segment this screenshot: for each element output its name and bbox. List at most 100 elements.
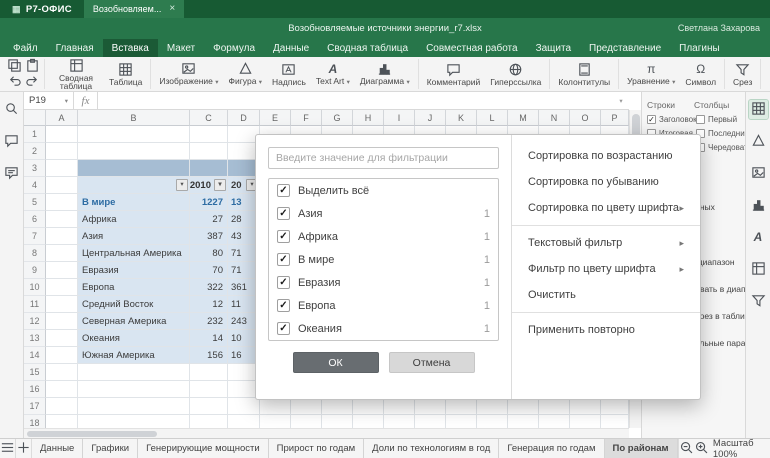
row-header-5[interactable]: 5 (24, 194, 46, 211)
column-header-E[interactable]: E (260, 110, 291, 126)
filter-menu-item-8[interactable]: Применить повторно (512, 317, 700, 343)
col-checkbox-1[interactable]: Последний (696, 127, 745, 139)
filter-menu-item-4[interactable]: Текстовый фильтр▸ (512, 230, 700, 256)
symbol-button[interactable]: ΩСимвол (680, 59, 721, 90)
cell-G18[interactable] (322, 415, 353, 428)
checkbox-checked-icon[interactable]: ✓ (277, 276, 290, 289)
shape-settings-button[interactable] (749, 132, 768, 151)
cell-C7[interactable]: 387 (190, 228, 228, 245)
cell-B7[interactable]: Азия (78, 228, 190, 245)
row-header-18[interactable]: 18 (24, 415, 46, 428)
cell-D18[interactable] (228, 415, 260, 428)
cancel-button[interactable]: Отмена (389, 352, 475, 373)
cell-A8[interactable] (46, 245, 78, 262)
column-header-L[interactable]: L (477, 110, 508, 126)
select-all-corner[interactable] (24, 110, 46, 126)
cell-B5[interactable]: В мире (78, 194, 190, 211)
cell-L17[interactable] (477, 398, 508, 415)
horizontal-scroll-thumb[interactable] (27, 431, 157, 437)
cell-A4[interactable] (46, 177, 78, 194)
cell-B17[interactable] (78, 398, 190, 415)
cell-A18[interactable] (46, 415, 78, 428)
cell-A7[interactable] (46, 228, 78, 245)
cell-C17[interactable] (190, 398, 228, 415)
col-checkbox-2[interactable]: Чередовать (696, 141, 745, 153)
row-checkbox-0[interactable]: ✓Заголовок (647, 113, 696, 125)
menu-tab-6[interactable]: Сводная таблица (318, 39, 417, 57)
column-header-G[interactable]: G (322, 110, 353, 126)
sheet-tab-2[interactable]: Генерирующие мощности (138, 439, 269, 458)
cell-B15[interactable] (78, 364, 190, 381)
cell-J17[interactable] (415, 398, 446, 415)
filter-menu-item-6[interactable]: Очистить (512, 282, 700, 308)
cell-M17[interactable] (508, 398, 539, 415)
cell-C15[interactable] (190, 364, 228, 381)
checkbox-checked-icon[interactable]: ✓ (277, 253, 290, 266)
checkbox-checked-icon[interactable]: ✓ (277, 230, 290, 243)
menu-tab-5[interactable]: Данные (264, 39, 318, 57)
filter-list-item[interactable]: ✓Африка1 (269, 225, 498, 248)
cell-B3[interactable] (78, 160, 190, 177)
pivot-table-button[interactable]: Сводная таблица (48, 59, 104, 90)
menu-tab-2[interactable]: Вставка (103, 39, 158, 57)
filter-menu-item-5[interactable]: Фильтр по цвету шрифта▸ (512, 256, 700, 282)
slicer-button[interactable]: Срез (728, 59, 757, 90)
sheet-tab-0[interactable]: Данные (32, 439, 83, 458)
zoom-in-button[interactable] (694, 439, 709, 458)
cell-B4[interactable]: ▾ (78, 177, 190, 194)
menu-tab-10[interactable]: Плагины (670, 39, 729, 57)
row-header-12[interactable]: 12 (24, 313, 46, 330)
column-header-N[interactable]: N (539, 110, 570, 126)
row-header-16[interactable]: 16 (24, 381, 46, 398)
cell-B6[interactable]: Африка (78, 211, 190, 228)
image-settings-button[interactable] (749, 164, 768, 183)
cell-B16[interactable] (78, 381, 190, 398)
checkbox-checked-icon[interactable]: ✓ (277, 299, 290, 312)
row-header-10[interactable]: 10 (24, 279, 46, 296)
row-header-15[interactable]: 15 (24, 364, 46, 381)
cell-A1[interactable] (46, 126, 78, 143)
cell-M18[interactable] (508, 415, 539, 428)
cell-N18[interactable] (539, 415, 570, 428)
document-tab[interactable]: Возобновляем... × (84, 0, 184, 18)
cell-E18[interactable] (260, 415, 291, 428)
undo-button[interactable] (6, 74, 22, 89)
cell-C9[interactable]: 70 (190, 262, 228, 279)
col-checkbox-0[interactable]: Первый (696, 113, 745, 125)
cell-B13[interactable]: Океания (78, 330, 190, 347)
cell-C4[interactable]: 2010▾ (190, 177, 228, 194)
cell-P18[interactable] (601, 415, 629, 428)
horizontal-scrollbar[interactable] (24, 428, 629, 438)
row-header-7[interactable]: 7 (24, 228, 46, 245)
cell-A2[interactable] (46, 143, 78, 160)
column-header-J[interactable]: J (415, 110, 446, 126)
cell-C8[interactable]: 80 (190, 245, 228, 262)
header-footer-button[interactable]: Колонтитулы (553, 59, 615, 90)
cell-B14[interactable]: Южная Америка (78, 347, 190, 364)
image-button[interactable]: Изображение ▾ (154, 59, 223, 90)
cell-C16[interactable] (190, 381, 228, 398)
comments-button[interactable] (2, 132, 21, 151)
column-header-K[interactable]: K (446, 110, 477, 126)
table-settings-button[interactable] (749, 100, 768, 119)
row-header-11[interactable]: 11 (24, 296, 46, 313)
filter-list-item[interactable]: ✓Океания1 (269, 317, 498, 340)
cell-P17[interactable] (601, 398, 629, 415)
checkbox-checked-icon[interactable]: ✓ (277, 322, 290, 335)
equation-button[interactable]: πУравнение ▾ (622, 59, 680, 90)
zoom-label[interactable]: Масштаб 100% (709, 439, 770, 458)
cell-C10[interactable]: 322 (190, 279, 228, 296)
filter-list-item[interactable]: ✓Азия1 (269, 202, 498, 225)
hyperlink-button[interactable]: Гиперссылка (485, 59, 546, 90)
menu-tab-8[interactable]: Защита (527, 39, 580, 57)
checkbox-checked-icon[interactable]: ✓ (277, 207, 290, 220)
cell-G17[interactable] (322, 398, 353, 415)
cell-A9[interactable] (46, 262, 78, 279)
row-header-1[interactable]: 1 (24, 126, 46, 143)
fx-icon[interactable]: fx (74, 92, 98, 109)
cell-C3[interactable] (190, 160, 228, 177)
row-header-3[interactable]: 3 (24, 160, 46, 177)
cell-A12[interactable] (46, 313, 78, 330)
menu-tab-7[interactable]: Совместная работа (417, 39, 527, 57)
search-button[interactable] (2, 100, 21, 119)
